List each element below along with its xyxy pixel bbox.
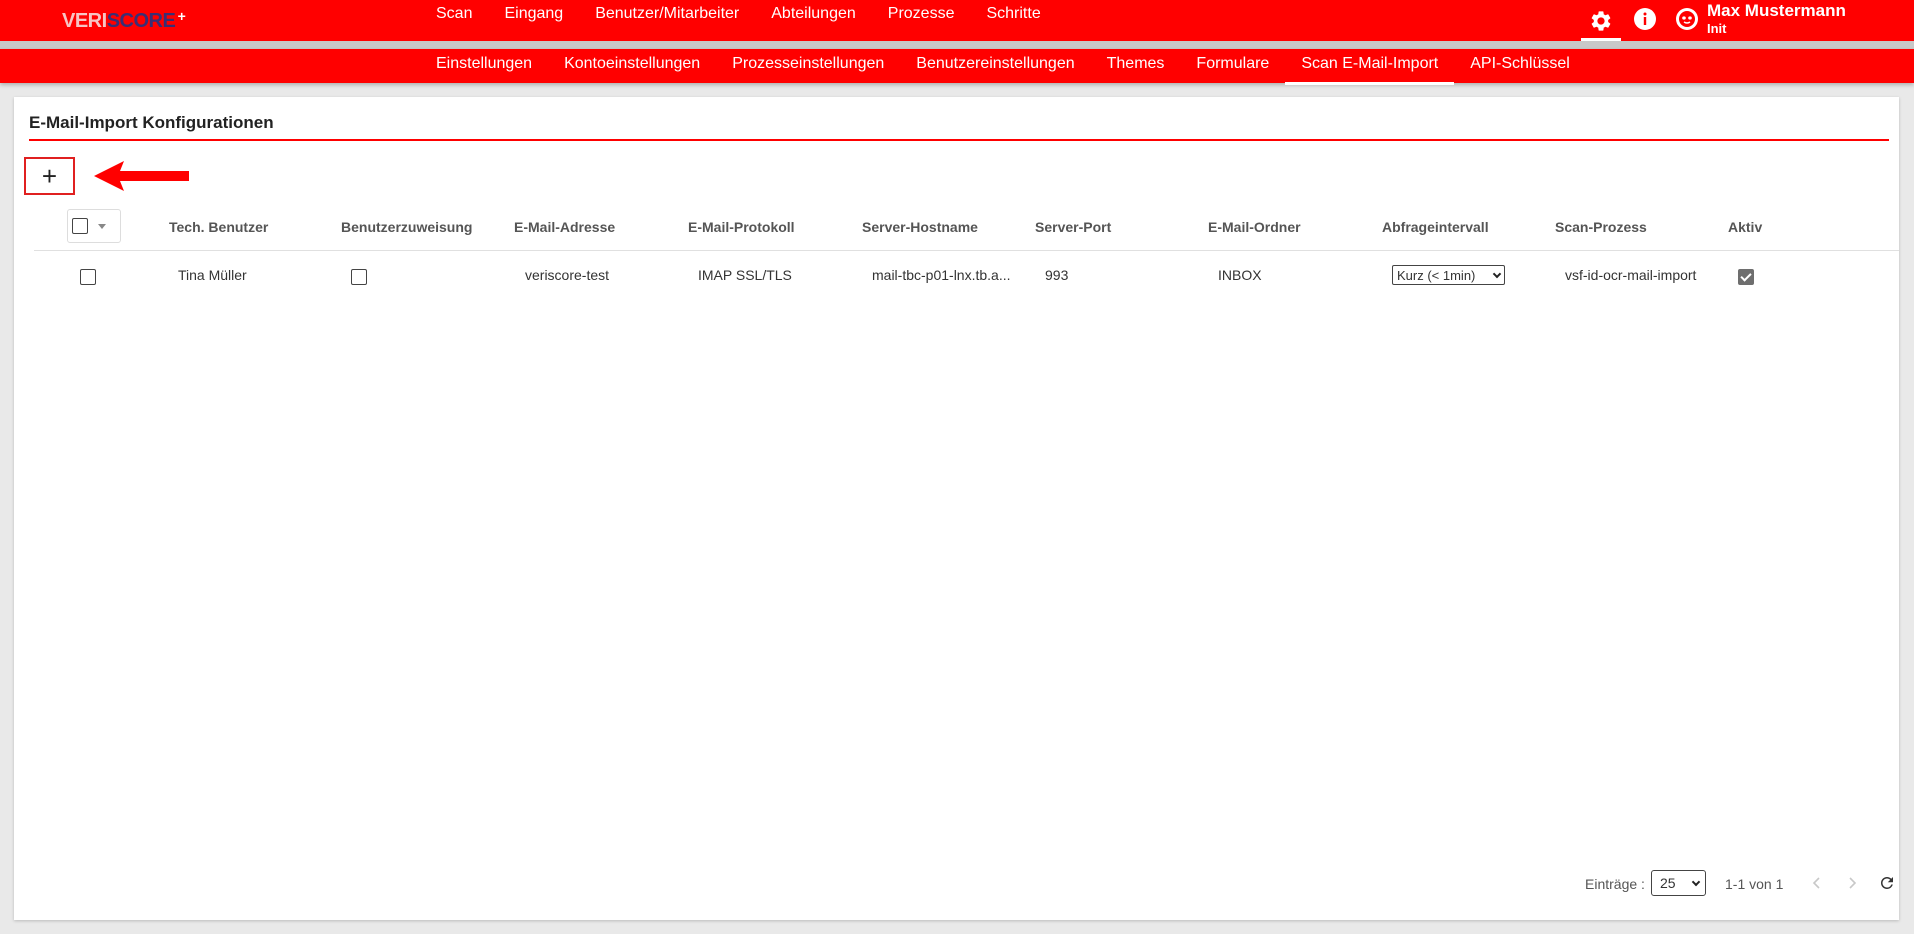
- nav-item-schritte[interactable]: Schritte: [970, 0, 1056, 28]
- nav-item-abteilungen[interactable]: Abteilungen: [755, 0, 872, 28]
- next-page-button[interactable]: [1839, 870, 1865, 896]
- tab-api-schluessel[interactable]: API-Schlüssel: [1454, 49, 1586, 83]
- interval-select-value: Kurz (< 1min): [1397, 267, 1476, 283]
- column-header-email[interactable]: E-Mail-Adresse: [514, 219, 615, 235]
- column-header-interval[interactable]: Abfrageintervall: [1382, 219, 1489, 235]
- previous-page-button[interactable]: [1804, 870, 1830, 896]
- page-title: E-Mail-Import Konfigurationen: [29, 113, 274, 132]
- page-size-select[interactable]: 25: [1651, 870, 1706, 896]
- tab-scan-email-import[interactable]: Scan E-Mail-Import: [1285, 49, 1455, 85]
- interval-select[interactable]: Kurz (< 1min): [1392, 265, 1505, 285]
- nav-item-benutzer[interactable]: Benutzer/Mitarbeiter: [579, 0, 755, 28]
- chevron-left-icon: [1812, 877, 1820, 889]
- email-import-card: E-Mail-Import Konfigurationen + Tech. Be…: [14, 97, 1899, 920]
- page-size-value: 25: [1660, 875, 1676, 891]
- column-header-user-assignment[interactable]: Benutzerzuweisung: [341, 219, 472, 235]
- user-info[interactable]: Max Mustermann Init: [1707, 1, 1846, 37]
- column-header-folder[interactable]: E-Mail-Ordner: [1208, 219, 1301, 235]
- tab-benutzereinstellungen[interactable]: Benutzereinstellungen: [900, 49, 1090, 83]
- add-configuration-button[interactable]: +: [24, 157, 75, 195]
- user-name: Max Mustermann: [1707, 1, 1846, 20]
- nav-item-eingang[interactable]: Eingang: [488, 0, 579, 28]
- column-header-port[interactable]: Server-Port: [1035, 219, 1111, 235]
- tab-formulare[interactable]: Formulare: [1180, 49, 1285, 83]
- top-bar: VERISCORE + Scan Eingang Benutzer/Mitarbe…: [0, 0, 1914, 41]
- column-header-process[interactable]: Scan-Prozess: [1555, 219, 1647, 235]
- row-select-checkbox[interactable]: [80, 269, 96, 285]
- pagination-range: 1-1 von 1: [1725, 876, 1784, 892]
- gear-icon: [1591, 10, 1611, 31]
- column-header-hostname[interactable]: Server-Hostname: [862, 219, 978, 235]
- caret-down-icon[interactable]: [98, 223, 106, 229]
- veriscore-logo[interactable]: VERISCORE +: [62, 8, 186, 34]
- column-header-active[interactable]: Aktiv: [1728, 219, 1762, 235]
- cell-user-assignment-checkbox[interactable]: [351, 269, 367, 285]
- avatar-icon: [1676, 8, 1698, 30]
- cell-active-checkbox[interactable]: [1738, 269, 1754, 285]
- chevron-down-icon: [1691, 877, 1701, 886]
- info-icon: [1634, 8, 1656, 30]
- settings-button[interactable]: [1581, 0, 1621, 41]
- chevron-right-icon: [1849, 877, 1857, 889]
- avatar[interactable]: [1674, 6, 1700, 32]
- cell-port: 993: [1045, 267, 1069, 283]
- main-nav: Scan Eingang Benutzer/Mitarbeiter Abteil…: [420, 0, 1057, 28]
- settings-subnav: Einstellungen Kontoeinstellungen Prozess…: [420, 49, 1586, 85]
- nav-item-scan[interactable]: Scan: [420, 0, 488, 28]
- tab-einstellungen[interactable]: Einstellungen: [420, 49, 548, 83]
- arrow-left-icon: [94, 161, 189, 191]
- column-header-protocol[interactable]: E-Mail-Protokoll: [688, 219, 795, 235]
- refresh-button[interactable]: [1874, 870, 1900, 896]
- cell-hostname: mail-tbc-p01-lnx.tb.a...: [872, 267, 1011, 283]
- tab-prozesseinstellungen[interactable]: Prozesseinstellungen: [716, 49, 900, 83]
- info-button[interactable]: [1632, 6, 1658, 32]
- table-header-divider: [34, 250, 1899, 251]
- bar-separator: [0, 41, 1914, 49]
- cell-protocol: IMAP SSL/TLS: [698, 267, 792, 283]
- column-header-tech-user[interactable]: Tech. Benutzer: [169, 219, 268, 235]
- cell-email: veriscore-test: [525, 267, 610, 283]
- cell-process: vsf-id-ocr-mail-import: [1565, 267, 1697, 283]
- select-all-control[interactable]: [67, 209, 121, 243]
- user-subtitle: Init: [1707, 21, 1727, 36]
- refresh-icon: [1881, 877, 1893, 889]
- tab-themes[interactable]: Themes: [1091, 49, 1181, 83]
- cell-tech-user: Tina Müller: [178, 267, 247, 283]
- title-divider: [29, 139, 1889, 141]
- tab-kontoeinstellungen[interactable]: Kontoeinstellungen: [548, 49, 716, 83]
- entries-label: Einträge :: [1585, 876, 1645, 892]
- chevron-down-icon: [1492, 269, 1502, 278]
- settings-subnav-bar: Einstellungen Kontoeinstellungen Prozess…: [0, 49, 1914, 85]
- cell-folder: INBOX: [1218, 267, 1262, 283]
- nav-item-prozesse[interactable]: Prozesse: [872, 0, 971, 28]
- select-all-checkbox[interactable]: [72, 218, 88, 234]
